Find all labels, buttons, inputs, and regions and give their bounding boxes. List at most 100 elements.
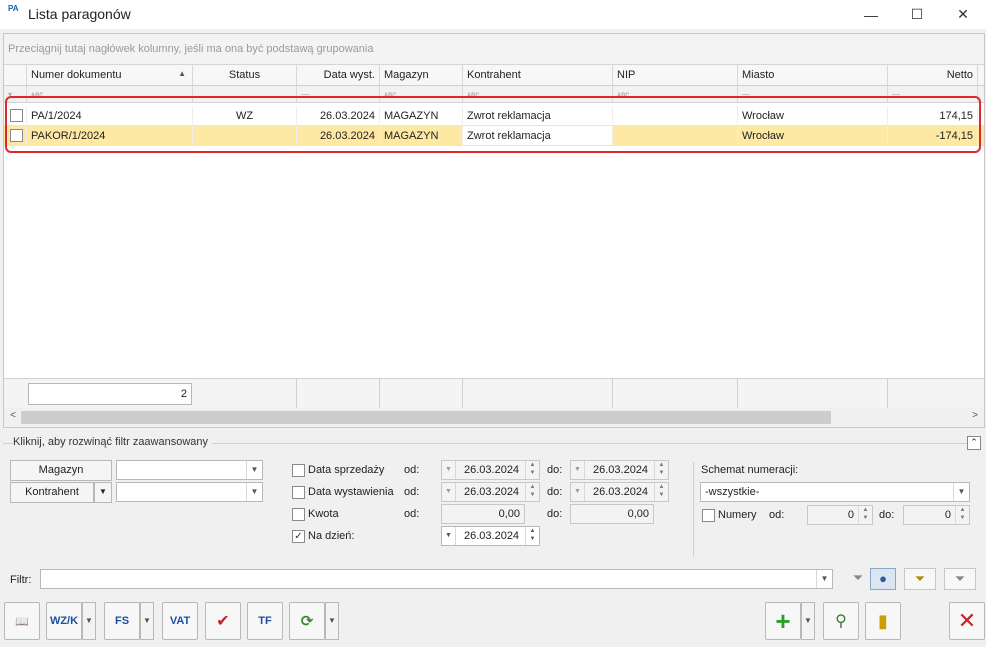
select-column-header[interactable] — [4, 65, 27, 85]
data-wystawienia-checkbox[interactable] — [292, 486, 305, 499]
search-icon[interactable]: ⚲ — [823, 602, 859, 640]
summary-cell — [613, 379, 738, 408]
column-header-netto[interactable]: Netto — [888, 65, 978, 85]
column-header-magazyn[interactable]: Magazyn — [380, 65, 463, 85]
export-icon[interactable]: ⟳ — [289, 602, 325, 640]
schemat-numeracji-value: -wszystkie- — [705, 486, 760, 498]
filter-status[interactable] — [193, 86, 297, 102]
chevron-down-icon[interactable]: ▼ — [442, 483, 456, 501]
filter-remove-icon[interactable]: ⏷ — [944, 568, 976, 590]
spinner-icon[interactable]: ▲ ▼ — [955, 506, 969, 524]
group-by-hint[interactable]: Przeciągnij tutaj nagłówek kolumny, jeśl… — [4, 34, 984, 65]
advanced-filter-toggle[interactable]: Kliknij, aby rozwinąć filtr zaawansowany — [13, 436, 213, 448]
approve-check-icon[interactable]: ✔ — [205, 602, 241, 640]
numery-checkbox[interactable] — [702, 509, 715, 522]
column-header-status[interactable]: Status — [193, 65, 297, 85]
maximize-button[interactable]: ☐ — [894, 0, 940, 29]
filter-numer[interactable]: ᴀʙc — [27, 86, 193, 102]
filter-kontrahent[interactable]: ᴀʙc — [463, 86, 613, 102]
fs-button[interactable]: FS — [104, 602, 140, 640]
numery-od-field[interactable]: 0 ▲ ▼ — [807, 505, 873, 525]
checkbox-icon[interactable] — [10, 109, 23, 122]
close-icon[interactable]: ✕ — [949, 602, 985, 640]
spinner-icon[interactable]: ▲ ▼ — [654, 483, 668, 501]
add-icon[interactable]: + — [765, 602, 801, 640]
collapse-chevron-icon[interactable]: ⌃ — [967, 436, 981, 450]
column-header-miasto[interactable]: Miasto — [738, 65, 888, 85]
kwota-do-field[interactable]: 0,00 — [570, 504, 654, 524]
cell-nip — [613, 106, 738, 125]
data-sprzedazy-checkbox[interactable] — [292, 464, 305, 477]
spinner-icon[interactable]: ▲ ▼ — [654, 461, 668, 479]
chevron-down-icon[interactable]: ▼ — [246, 483, 262, 501]
scroll-right-icon[interactable]: > — [968, 410, 982, 421]
horizontal-scrollbar[interactable]: < > — [4, 408, 984, 427]
na-dzien-field[interactable]: ▼ 26.03.2024 ▲ ▼ — [441, 526, 540, 546]
scroll-left-icon[interactable]: < — [6, 410, 20, 421]
filter-edit-icon[interactable]: ⏷ — [904, 568, 936, 590]
filter-data[interactable]: — — [297, 86, 380, 102]
checkbox-icon[interactable] — [10, 129, 23, 142]
chevron-down-icon[interactable]: ▼ — [571, 483, 585, 501]
na-dzien-checkbox[interactable]: ✓ — [292, 530, 305, 543]
numery-do-field[interactable]: 0 ▲ ▼ — [903, 505, 970, 525]
data-sprzedazy-do-field[interactable]: ▼ 26.03.2024 ▲ ▼ — [570, 460, 669, 480]
scrollbar-thumb[interactable] — [21, 411, 831, 424]
chevron-down-icon[interactable]: ▼ — [442, 527, 456, 545]
spinner-icon[interactable]: ▲ ▼ — [525, 527, 539, 545]
clear-filter-icon[interactable]: ● — [870, 568, 896, 590]
do-label: do: — [547, 508, 563, 520]
chevron-down-icon[interactable]: ▼ — [816, 570, 832, 588]
chevron-down-icon[interactable]: ▼ — [801, 602, 815, 640]
sort-asc-icon: ▲ — [178, 69, 186, 78]
cell-magazyn: MAGAZYN — [380, 106, 463, 125]
column-header-nip[interactable]: NIP — [613, 65, 738, 85]
kwota-od-field[interactable]: 0,00 — [441, 504, 525, 524]
kontrahent-dropdown-icon[interactable]: ▼ — [94, 482, 112, 503]
column-header-kontrahent[interactable]: Kontrahent — [463, 65, 613, 85]
trash-icon[interactable]: ▮ — [865, 602, 901, 640]
kontrahent-select[interactable]: ▼ — [116, 482, 263, 502]
magazyn-select[interactable]: ▼ — [116, 460, 263, 480]
column-header-data[interactable]: Data wyst. — [297, 65, 380, 85]
filtr-input[interactable]: ▼ — [40, 569, 833, 589]
spinner-icon[interactable]: ▲ ▼ — [858, 506, 872, 524]
wzk-button[interactable]: WZ/K — [46, 602, 82, 640]
chevron-down-icon[interactable]: ▼ — [953, 483, 969, 501]
row-checkbox[interactable] — [4, 106, 27, 125]
numery-do-value: 0 — [944, 509, 951, 521]
table-row[interactable]: PA/1/2024 WZ 26.03.2024 MAGAZYN Zwrot re… — [4, 106, 984, 126]
chevron-down-icon[interactable]: ▼ — [246, 461, 262, 479]
kontrahent-button[interactable]: Kontrahent — [10, 482, 94, 503]
magazyn-button[interactable]: Magazyn — [10, 460, 112, 481]
chevron-down-icon[interactable]: ▼ — [442, 461, 456, 479]
filter-magazyn[interactable]: ᴀʙc — [380, 86, 463, 102]
cell-magazyn: MAGAZYN — [380, 126, 463, 145]
data-wystawienia-do-field[interactable]: ▼ 26.03.2024 ▲ ▼ — [570, 482, 669, 502]
row-checkbox[interactable] — [4, 126, 27, 145]
filter-nip[interactable]: ᴀʙc — [613, 86, 738, 102]
table-row-selected[interactable]: PAKOR/1/2024 26.03.2024 MAGAZYN Zwrot re… — [4, 126, 984, 146]
app-icon: PA — [8, 4, 19, 13]
tf-button[interactable]: TF — [247, 602, 283, 640]
chevron-down-icon[interactable]: ▼ — [571, 461, 585, 479]
data-sprzedazy-od-value: 26.03.2024 — [464, 464, 520, 476]
minimize-button[interactable]: — — [848, 0, 894, 29]
column-header-numer[interactable]: Numer dokumentu ▲ — [27, 65, 193, 85]
schemat-numeracji-select[interactable]: -wszystkie- ▼ — [700, 482, 970, 502]
spinner-icon[interactable]: ▲ ▼ — [525, 483, 539, 501]
chevron-down-icon[interactable]: ▼ — [82, 602, 96, 640]
filter-netto[interactable]: — — [888, 86, 978, 102]
chevron-down-icon[interactable]: ▼ — [140, 602, 154, 640]
filter-funnel-icon[interactable]: ▾ — [4, 86, 27, 102]
vat-button[interactable]: VAT — [162, 602, 198, 640]
chevron-down-icon[interactable]: ▼ — [325, 602, 339, 640]
filter-miasto[interactable]: — — [738, 86, 888, 102]
data-wystawienia-od-field[interactable]: ▼ 26.03.2024 ▲ ▼ — [441, 482, 540, 502]
do-label: do: — [547, 464, 563, 476]
close-window-button[interactable]: ✕ — [940, 0, 986, 29]
data-sprzedazy-od-field[interactable]: ▼ 26.03.2024 ▲ ▼ — [441, 460, 540, 480]
kwota-checkbox[interactable] — [292, 508, 305, 521]
spinner-icon[interactable]: ▲ ▼ — [525, 461, 539, 479]
book-icon[interactable]: 📖 — [4, 602, 40, 640]
